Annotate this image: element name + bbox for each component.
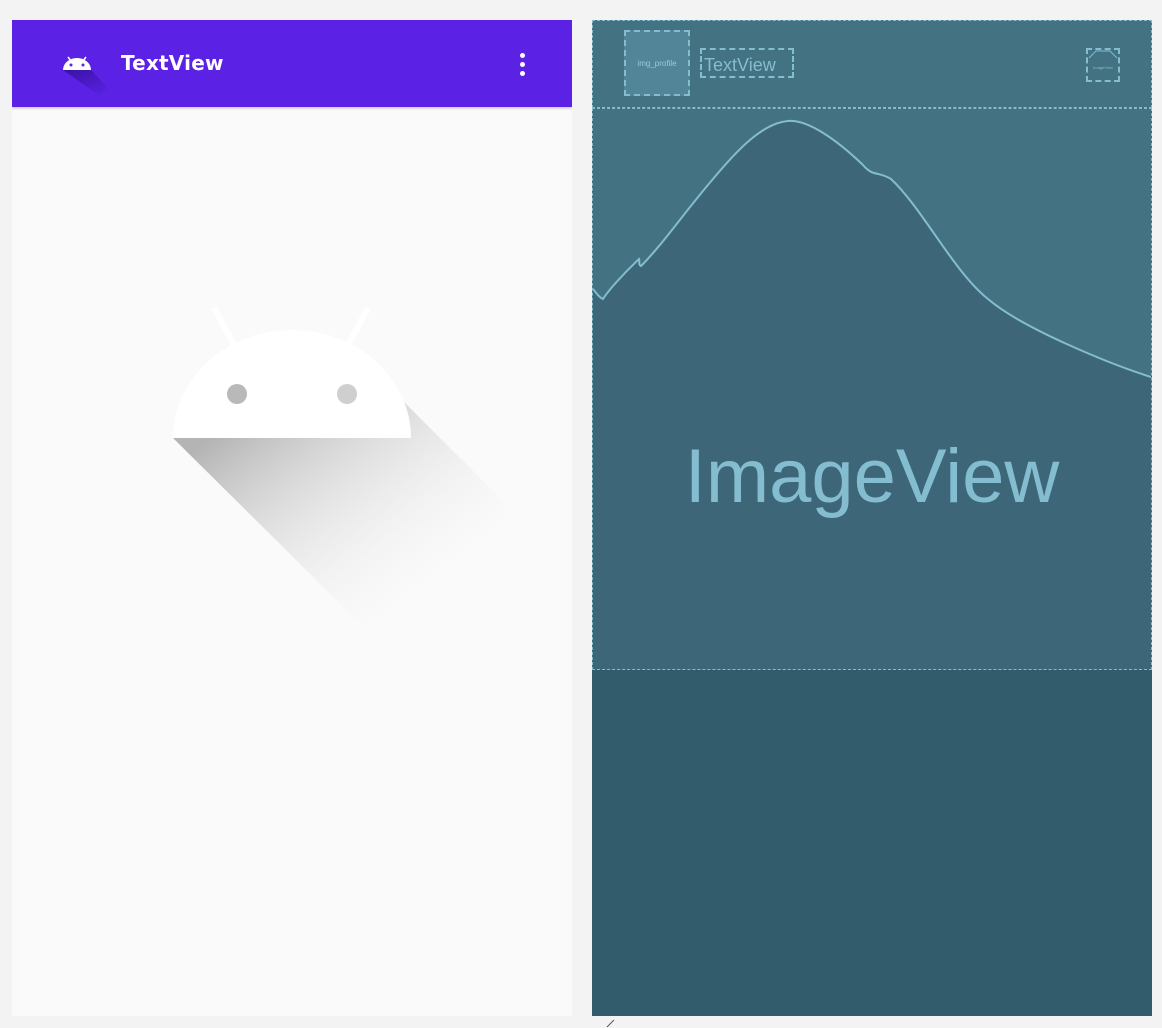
- mountain-outline-icon: [593, 109, 1151, 378]
- textview-label: TextView: [704, 55, 776, 75]
- app-bar: TextView: [12, 20, 572, 107]
- small-imageview-label: ImageView: [1093, 65, 1113, 70]
- android-logo-icon: [63, 56, 108, 96]
- design-preview: TextView: [12, 20, 572, 1016]
- resize-handle-icon[interactable]: [606, 1018, 616, 1028]
- blueprint-profile-image[interactable]: img_profile: [624, 30, 690, 96]
- more-vert-icon[interactable]: [512, 50, 534, 78]
- blueprint-small-imageview[interactable]: ImageView: [1086, 48, 1120, 82]
- blueprint-header: img_profile TextView ImageView: [592, 20, 1152, 108]
- blueprint-imageview[interactable]: ImageView: [592, 108, 1152, 670]
- profile-image-label: img_profile: [637, 58, 677, 68]
- imageview-label: ImageView: [684, 434, 1060, 519]
- image-placeholder-icon: ImageView: [1088, 50, 1118, 70]
- app-bar-title: TextView: [121, 51, 224, 75]
- blueprint-view: img_profile TextView ImageView ImageView: [592, 20, 1152, 1016]
- android-placeholder-icon: [173, 306, 532, 660]
- blueprint-textview[interactable]: TextView: [700, 48, 794, 78]
